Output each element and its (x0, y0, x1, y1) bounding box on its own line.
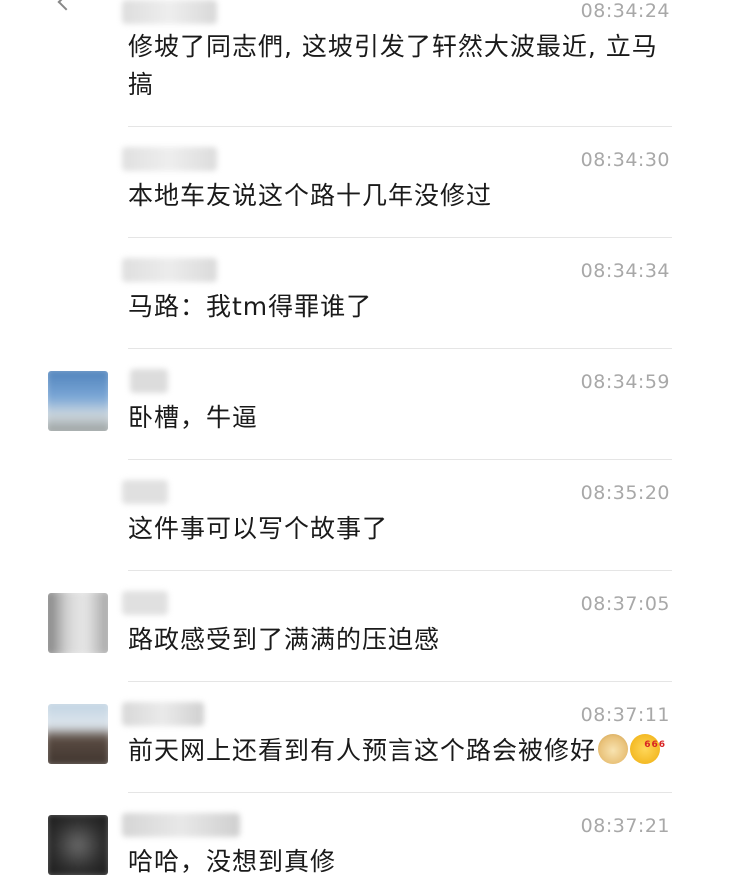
chat-message[interactable]: 08:34:24 修坡了同志們, 这坡引发了轩然大波最近, 立马搞 (0, 0, 750, 126)
sender-avatar[interactable] (48, 593, 108, 653)
message-timestamp: 08:35:20 (580, 482, 670, 504)
chat-message[interactable]: 08:34:34 马路：我tm得罪谁了 (0, 238, 750, 348)
chat-message[interactable]: 08:37:05 路政感受到了满满的压迫感 (0, 571, 750, 681)
message-text-content: 前天网上还看到有人预言这个路会被修好 (128, 736, 597, 765)
message-timestamp: 08:34:59 (580, 371, 670, 393)
message-text: 马路：我tm得罪谁了 (128, 292, 373, 321)
chat-message[interactable]: 08:35:20 这件事可以写个故事了 (0, 460, 750, 570)
chat-message[interactable]: 08:34:30 本地车友说这个路十几年没修过 (0, 127, 750, 237)
sender-avatar[interactable] (48, 704, 108, 764)
sender-name-blurred (122, 258, 217, 282)
sender-name-blurred (130, 369, 168, 393)
message-timestamp: 08:37:11 (580, 704, 670, 726)
message-timestamp: 08:37:21 (580, 815, 670, 837)
message-timestamp: 08:34:30 (580, 149, 670, 171)
message-text: 哈哈，没想到真修 (128, 847, 337, 876)
message-text: 卧槽，牛逼 (128, 403, 259, 432)
sender-name-blurred (122, 0, 217, 24)
666-icon (630, 726, 666, 764)
chat-message[interactable]: 08:37:21 哈哈，没想到真修 (0, 793, 750, 887)
sender-name-blurred (122, 813, 240, 837)
message-timestamp: 08:37:05 (580, 593, 670, 615)
doge-icon (598, 734, 629, 764)
sender-avatar[interactable] (48, 815, 108, 875)
message-text: 这件事可以写个故事了 (128, 514, 389, 543)
sender-name-blurred (122, 591, 168, 615)
sender-name-blurred (122, 480, 168, 504)
message-text: 路政感受到了满满的压迫感 (128, 625, 441, 654)
chat-message[interactable]: 08:37:11 前天网上还看到有人预言这个路会被修好 (0, 682, 750, 792)
message-timestamp: 08:34:24 (580, 0, 670, 22)
message-timestamp: 08:34:34 (580, 260, 670, 282)
sender-name-blurred (122, 702, 204, 726)
message-text: 本地车友说这个路十几年没修过 (128, 181, 493, 210)
message-text: 修坡了同志們, 这坡引发了轩然大波最近, 立马搞 (128, 32, 658, 99)
chat-message-list: 08:34:24 修坡了同志們, 这坡引发了轩然大波最近, 立马搞 08:34:… (0, 0, 750, 887)
sender-avatar[interactable] (48, 371, 108, 431)
message-text: 前天网上还看到有人预言这个路会被修好 (128, 726, 678, 770)
chat-message[interactable]: 08:34:59 卧槽，牛逼 (0, 349, 750, 459)
sender-name-blurred (122, 147, 217, 171)
